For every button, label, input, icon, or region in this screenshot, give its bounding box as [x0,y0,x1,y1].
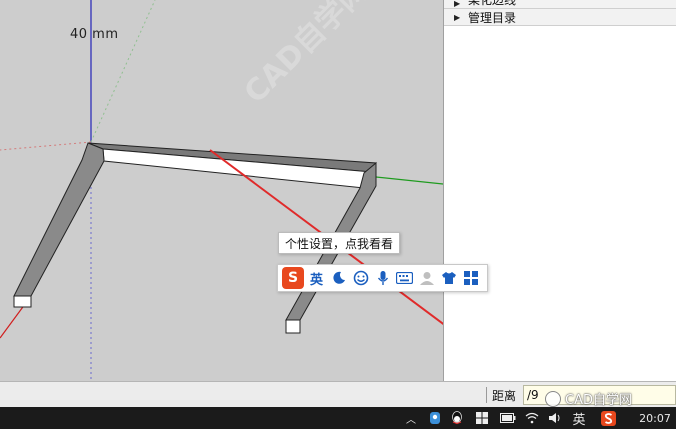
taskbar-ime-indicator[interactable]: 英 [571,410,587,428]
watermark: CAD自学网 [545,389,632,408]
battery-icon[interactable] [500,410,516,426]
green-axis [375,176,443,185]
tray-item-label: 柔化边线 [468,0,517,7]
watermark-text: CAD自学网 [565,393,632,408]
ime-toolbar: S 英 [277,264,488,292]
left-leg-foot [13,295,32,308]
taskbar-sogou-icon[interactable] [600,410,616,426]
dimension-label: 40 mm [70,27,119,42]
taskbar-clock[interactable]: 20:07 [637,410,673,426]
expand-arrow-icon: ▶ [454,12,461,22]
right-leg-foot [285,319,301,334]
measurement-label: 距离 [492,389,517,403]
user-icon[interactable] [417,268,436,288]
skin-icon[interactable] [439,268,458,288]
ime-settings-tooltip: 个性设置，点我看看 [278,232,401,254]
app-window: 40 mm CAD自学网 www.cadzxw.com ▶ 柔化边线 ▶ 管理目… [0,0,676,429]
default-tray-panel: ▶ 柔化边线 ▶ 管理目录 [443,0,676,381]
watermark-logo-icon [545,390,561,407]
model-viewport[interactable]: 40 mm CAD自学网 www.cadzxw.com [0,0,443,381]
divider [486,387,487,403]
green-axis-dotted [90,0,156,143]
smiley-icon[interactable] [351,268,370,288]
model-canvas [0,0,443,381]
sogou-logo-icon[interactable]: S [282,267,304,289]
ime-mode-toggle[interactable]: 英 [307,268,326,288]
qq-icon[interactable] [450,410,464,426]
tray-item-manage-catalog[interactable]: ▶ 管理目录 [444,9,676,26]
keyboard-icon[interactable] [395,268,414,288]
microphone-icon[interactable] [373,268,392,288]
windows-taskbar: ︿ 英 20:07 [0,407,676,429]
wifi-icon[interactable] [524,410,540,426]
red-axis-dotted [0,141,92,151]
moon-icon[interactable] [329,268,348,288]
tray-item-label: 管理目录 [468,10,517,25]
tray-app-icon[interactable] [428,410,442,426]
expand-arrow-icon: ▶ [454,0,461,8]
volume-icon[interactable] [548,410,562,426]
grid-icon[interactable] [461,268,480,288]
windows-icon[interactable] [475,410,489,426]
show-hidden-icons-caret-icon[interactable]: ︿ [405,410,417,426]
